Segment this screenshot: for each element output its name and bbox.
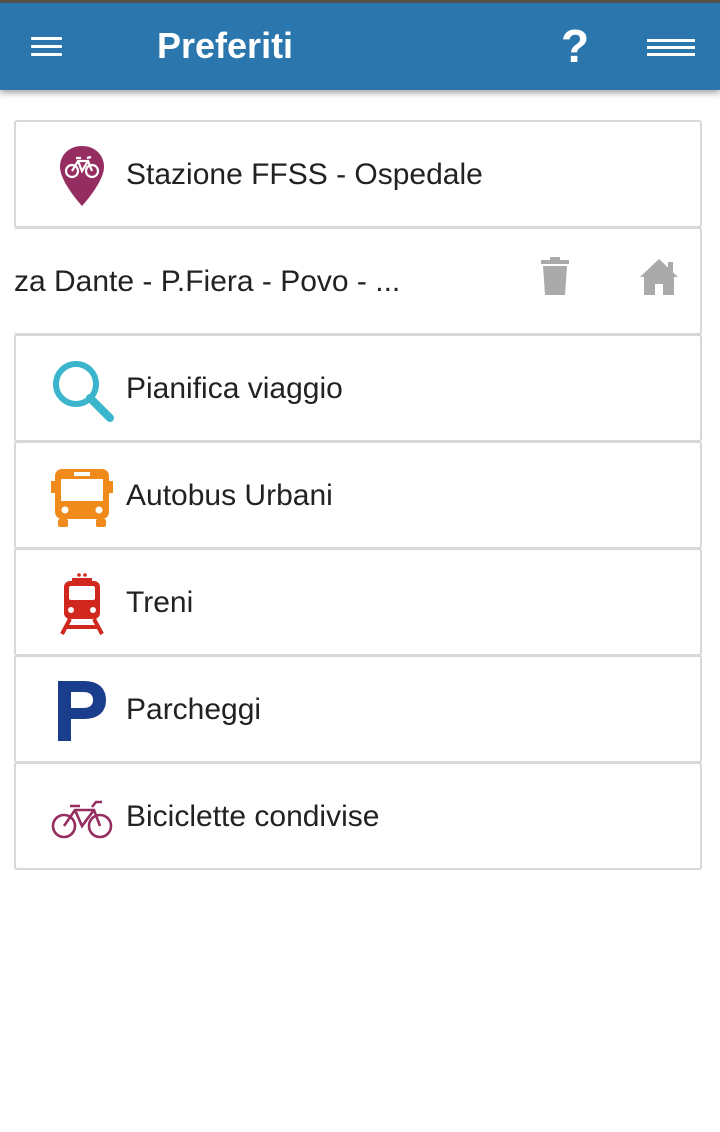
home-icon[interactable]	[634, 255, 684, 305]
list-item-label: Parcheggi	[126, 693, 262, 726]
list-item-bike-station[interactable]: Stazione FFSS - Ospedale	[14, 120, 702, 228]
bike-station-pin-icon	[50, 144, 114, 208]
favorites-list: Stazione FFSS - Ospedale za Dante - P.Fi…	[14, 120, 702, 870]
overflow-menu-icon[interactable]	[640, 27, 700, 67]
menu-icon[interactable]	[22, 25, 74, 69]
list-item-label: Pianifica viaggio	[126, 372, 343, 405]
list-item-shared-bikes[interactable]: Biciclette condivise	[14, 762, 702, 870]
bus-icon	[50, 465, 114, 529]
list-item-swiped-route[interactable]: za Dante - P.Fiera - Povo - ...	[14, 227, 702, 335]
train-icon	[50, 572, 114, 636]
bicycle-icon	[50, 786, 114, 850]
list-item-label: za Dante - P.Fiera - Povo - ...	[14, 265, 401, 298]
list-item-label: Stazione FFSS - Ospedale	[126, 158, 483, 191]
trash-icon[interactable]	[530, 255, 580, 305]
list-item-trains[interactable]: Treni	[14, 548, 702, 656]
page-title: Preferiti	[157, 25, 294, 66]
list-item-trip-planner[interactable]: Pianifica viaggio	[14, 334, 702, 442]
list-item-parking[interactable]: Parcheggi	[14, 655, 702, 763]
list-item-label: Treni	[126, 586, 194, 619]
help-icon[interactable]: ?	[555, 21, 595, 71]
search-icon	[50, 358, 114, 422]
app-bar: Preferiti ?	[0, 3, 720, 90]
list-item-label: Autobus Urbani	[126, 479, 333, 512]
list-item-label: Biciclette condivise	[126, 800, 380, 833]
parking-icon	[50, 679, 114, 743]
list-item-urban-buses[interactable]: Autobus Urbani	[14, 441, 702, 549]
